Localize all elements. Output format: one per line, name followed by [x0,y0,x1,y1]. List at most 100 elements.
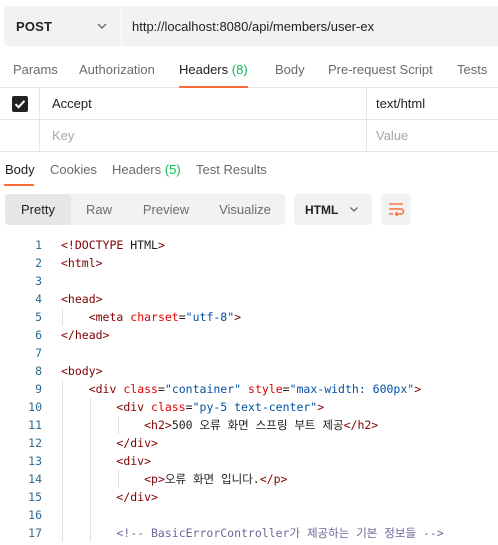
line-number: 10 [28,400,42,414]
tab-label: Body [5,162,35,177]
tab-label: Test Results [196,162,267,177]
line-number: 6 [35,328,42,342]
view-visualize-button[interactable]: Visualize [207,194,283,225]
line-number: 16 [28,508,42,522]
line-number: 12 [28,436,42,450]
line-number: 8 [35,364,42,378]
language-label: HTML [305,202,339,217]
header-value[interactable]: text/html [376,88,425,120]
tab-label: Authorization [79,62,155,77]
view-mode-toolbar: Pretty Raw Preview Visualize [5,194,285,225]
tab-body[interactable]: Body [275,54,305,88]
wrap-lines-icon [389,203,405,217]
line-number: 17 [28,526,42,540]
code-line: 11 <h2>500 오류 화면 스프링 부트 제공</h2> [0,416,498,434]
code-line: 7 [0,344,498,362]
code-text: <head> [61,292,103,306]
line-number: 11 [28,418,42,432]
row-check-cell [0,120,40,152]
response-tabs: Body Cookies Headers (5) Test Results [0,156,498,186]
line-number: 4 [35,292,42,306]
wrap-lines-button[interactable] [381,194,411,225]
key-field[interactable]: Key [52,120,74,152]
code-line: 8 <body> [0,362,498,380]
code-text: <div class="py-5 text-center"> [116,400,325,414]
code-line: 13 <div> [0,452,498,470]
code-text: <body> [61,364,103,378]
line-number: 13 [28,454,42,468]
method-selector[interactable]: POST [4,6,122,46]
code-line: 14 <p>오류 화면 입니다.</p> [0,470,498,488]
code-line: 1 <!DOCTYPE HTML> [0,236,498,254]
language-select[interactable]: HTML [294,194,372,225]
code-text: <div> [116,454,152,468]
code-text: <h2>500 오류 화면 스프링 부트 제공</h2> [144,418,379,432]
tab-label: Params [13,62,58,77]
code-line: 3 [0,272,498,290]
tab-headers[interactable]: Headers (8) [179,54,248,88]
table-row-new: Key Value [0,120,498,152]
view-pretty-button[interactable]: Pretty [5,194,71,225]
code-text: <!-- BasicErrorController가 제공하는 기본 정보들 -… [61,526,444,540]
line-number: 5 [35,310,42,324]
line-number: 15 [28,490,42,504]
code-text: <html> [61,256,103,270]
tab-label: Body [275,62,305,77]
tab-label: Tests [457,62,488,77]
tab-authorization[interactable]: Authorization [79,54,155,88]
line-number: 14 [28,472,42,486]
response-body-code: 1 <!DOCTYPE HTML> 2 <html> 3 4 <head> 5 <me… [0,236,498,542]
method-label: POST [16,18,53,34]
line-number: 2 [35,256,42,270]
code-text: </div> [116,436,158,450]
table-row: Accept text/html [0,88,498,120]
column-divider [366,120,367,152]
code-line: 9 <div class="container" style="max-widt… [0,380,498,398]
code-line: 6 </head> [0,326,498,344]
code-line: 16 [0,506,498,524]
checkmark-icon [14,100,26,109]
value-field[interactable]: Value [376,120,408,152]
code-text: <meta charset="utf-8"> [88,310,242,324]
active-tab-indicator [4,184,34,186]
chevron-down-icon [350,207,358,212]
tab-label: Pre-request Script [328,62,433,77]
row-check-cell [0,88,40,120]
url-input[interactable]: http://localhost:8080/api/members/user-e… [122,19,374,34]
code-line: 12 </div> [0,434,498,452]
code-text: <div class="container" style="max-width:… [88,382,422,396]
code-line: 17 <!-- BasicErrorController가 제공하는 기본 정보… [0,524,498,542]
request-tabs: Params Authorization Headers (8) Body Pr… [0,54,498,88]
response-tab-headers[interactable]: Headers (5) [112,162,181,186]
code-line: 15 </div> [0,488,498,506]
chevron-down-icon [97,23,107,29]
response-headers-count: (5) [164,162,181,177]
tab-label: Cookies [50,162,97,177]
response-tab-test-results[interactable]: Test Results [196,162,267,186]
tab-tests[interactable]: Tests [457,54,487,88]
code-line: 5 <meta charset="utf-8"> [0,308,498,326]
header-key[interactable]: Accept [52,88,92,120]
response-tab-body[interactable]: Body [5,162,35,186]
header-enabled-checkbox[interactable] [12,96,28,112]
tab-label: Headers [179,62,229,77]
response-tab-cookies[interactable]: Cookies [50,162,97,186]
request-url-bar: POST http://localhost:8080/api/members/u… [4,6,498,46]
view-raw-button[interactable]: Raw [71,194,127,225]
view-preview-button[interactable]: Preview [129,194,203,225]
headers-table: Accept text/html Key Value [0,88,498,152]
line-number: 7 [35,346,42,360]
tab-pre-request-script[interactable]: Pre-request Script [328,54,433,88]
line-number: 1 [35,238,42,252]
code-line: 4 <head> [0,290,498,308]
line-number: 3 [35,274,42,288]
line-number: 9 [35,382,42,396]
tab-params[interactable]: Params [13,54,58,88]
tab-label: Headers [112,162,162,177]
code-text: </div> [116,490,158,504]
code-line: 10 <div class="py-5 text-center"> [0,398,498,416]
headers-count: (8) [231,62,248,77]
indent-guide [90,506,91,524]
column-divider [366,88,367,120]
code-text: <p>오류 화면 입니다.</p> [144,472,288,486]
